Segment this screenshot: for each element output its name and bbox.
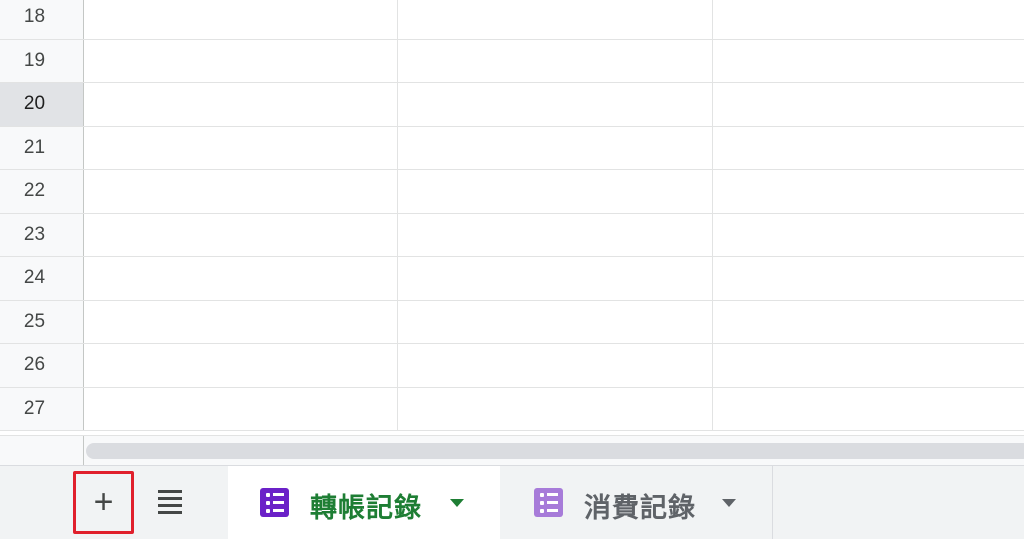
grid-cell[interactable] bbox=[398, 0, 713, 39]
grid-cell[interactable] bbox=[713, 170, 1024, 213]
grid-cell[interactable] bbox=[713, 344, 1024, 387]
grid-cell[interactable] bbox=[398, 257, 713, 300]
grid-cell[interactable] bbox=[84, 39, 398, 82]
horizontal-scrollbar[interactable] bbox=[0, 435, 1024, 465]
grid-cell[interactable] bbox=[84, 387, 398, 430]
all-sheets-button[interactable] bbox=[150, 480, 190, 524]
sheet-tab-transfer-records[interactable]: 轉帳記錄 bbox=[228, 466, 500, 539]
grid-cell[interactable] bbox=[713, 214, 1024, 257]
grid-cell[interactable] bbox=[398, 126, 713, 169]
grid-cell[interactable] bbox=[84, 300, 398, 343]
add-sheet-button[interactable]: + bbox=[73, 471, 134, 534]
grid-row: 26 bbox=[0, 344, 1024, 388]
grid-cell[interactable] bbox=[713, 127, 1024, 170]
grid-row: 22 bbox=[0, 170, 1024, 214]
grid-cell[interactable] bbox=[713, 40, 1024, 83]
list-icon-line bbox=[158, 511, 182, 514]
grid-row: 19 bbox=[0, 39, 1024, 83]
grid-row: 25 bbox=[0, 300, 1024, 344]
sheet-tab-expense-records[interactable]: 消費記錄 bbox=[502, 466, 772, 539]
grid-cell[interactable] bbox=[398, 213, 713, 256]
grid-cell[interactable] bbox=[84, 213, 398, 256]
row-header[interactable]: 21 bbox=[0, 126, 84, 169]
grid-cell[interactable] bbox=[713, 0, 1024, 39]
grid-cell[interactable] bbox=[84, 344, 398, 387]
grid-row: 20 bbox=[0, 83, 1024, 127]
grid-cell[interactable] bbox=[84, 83, 398, 126]
grid-row: 24 bbox=[0, 257, 1024, 301]
form-icon bbox=[534, 488, 563, 517]
row-header[interactable]: 25 bbox=[0, 300, 84, 343]
row-header[interactable]: 24 bbox=[0, 257, 84, 300]
plus-icon: + bbox=[93, 482, 114, 521]
list-icon bbox=[158, 490, 182, 493]
scrollbar-thumb[interactable] bbox=[86, 443, 1024, 459]
row-header[interactable]: 27 bbox=[0, 387, 84, 430]
spreadsheet-grid: 18 19 20 21 22 23 24 25 26 27 bbox=[0, 0, 1024, 440]
row-header[interactable]: 22 bbox=[0, 170, 84, 213]
grid-cell[interactable] bbox=[398, 387, 713, 430]
scrollbar-corner bbox=[0, 436, 84, 465]
grid-cell[interactable] bbox=[713, 257, 1024, 300]
tab-divider bbox=[772, 466, 773, 539]
chevron-down-icon[interactable] bbox=[722, 499, 736, 507]
list-icon-line bbox=[158, 504, 182, 507]
grid-cell[interactable] bbox=[84, 257, 398, 300]
grid-cell[interactable] bbox=[398, 170, 713, 213]
sheet-tab-label: 消費記錄 bbox=[584, 493, 696, 524]
grid-cell[interactable] bbox=[84, 170, 398, 213]
sheet-tab-bar: + 轉帳記錄 消費記錄 bbox=[0, 465, 1024, 539]
row-header-selected[interactable]: 20 bbox=[0, 83, 84, 126]
grid-cell[interactable] bbox=[713, 83, 1024, 126]
grid-cell[interactable] bbox=[713, 301, 1024, 344]
form-icon bbox=[260, 488, 289, 517]
list-icon-line bbox=[158, 497, 182, 500]
grid-cell[interactable] bbox=[398, 344, 713, 387]
chevron-down-icon[interactable] bbox=[450, 499, 464, 507]
row-header[interactable]: 19 bbox=[0, 39, 84, 82]
grid-cell[interactable] bbox=[84, 126, 398, 169]
row-header[interactable]: 18 bbox=[0, 0, 84, 39]
grid-row: 18 bbox=[0, 0, 1024, 40]
grid-cell[interactable] bbox=[398, 39, 713, 82]
row-header[interactable]: 23 bbox=[0, 213, 84, 256]
grid-cell[interactable] bbox=[398, 300, 713, 343]
grid-row: 23 bbox=[0, 213, 1024, 257]
grid-row: 27 bbox=[0, 387, 1024, 431]
grid-cell[interactable] bbox=[398, 83, 713, 126]
grid-cell[interactable] bbox=[713, 388, 1024, 431]
row-header[interactable]: 26 bbox=[0, 344, 84, 387]
sheet-tab-label: 轉帳記錄 bbox=[310, 493, 422, 524]
grid-row: 21 bbox=[0, 126, 1024, 170]
grid-cell[interactable] bbox=[84, 0, 398, 39]
